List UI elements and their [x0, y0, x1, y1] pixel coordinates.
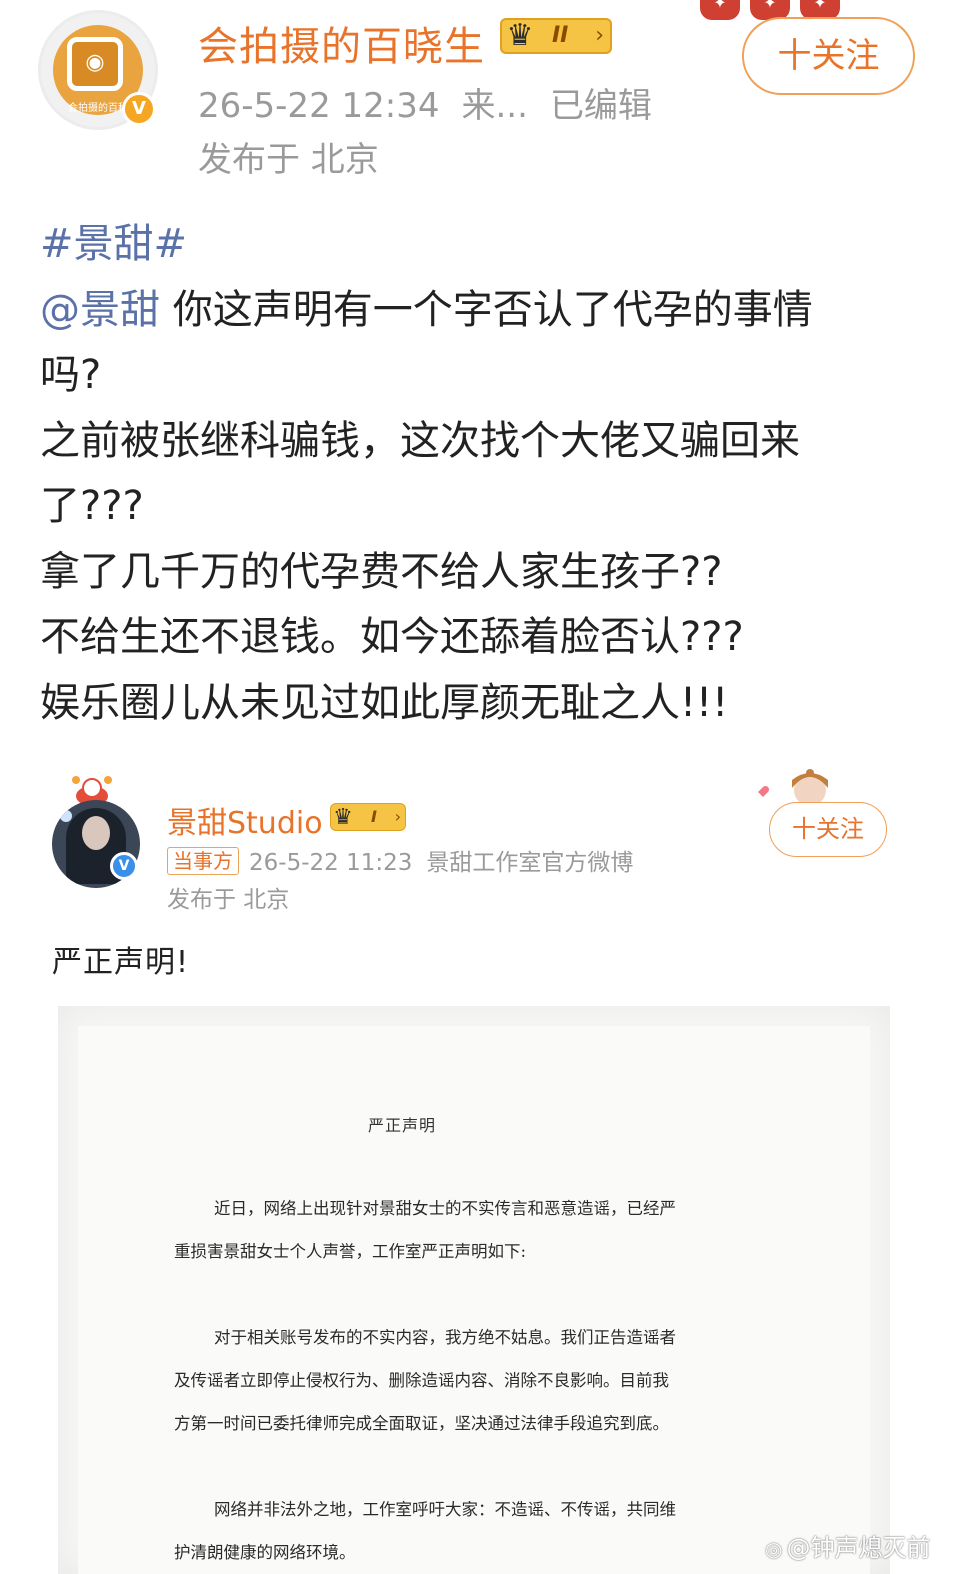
repost-location: 发布于 北京 — [167, 887, 290, 913]
post-content: #景甜# @景甜 你这声明有一个字否认了代孕的事情 吗? 之前被张继科骗钱，这次… — [40, 212, 920, 736]
statement-line: 对于相关账号发布的不实内容，我方绝不姑息。我们正告造谣者 — [214, 1328, 676, 1347]
verified-icon: V — [122, 92, 156, 126]
repost-follow-button[interactable]: 十关注 — [769, 802, 887, 857]
statement-paragraph: 近日，网络上出现针对景甜女士的不实传言和恶意造谣，已经严 重损害景甜女士个人声誉… — [174, 1187, 774, 1273]
edited-label[interactable]: 已编辑 — [550, 86, 652, 126]
statement-paragraph: 对于相关账号发布的不实内容，我方绝不姑息。我们正告造谣者 及传谣者立即停止侵权行… — [174, 1316, 774, 1445]
level-value: I — [371, 807, 377, 826]
statement-title: 严正声明 — [368, 1116, 437, 1135]
topic-link[interactable]: #景甜# — [40, 221, 187, 267]
repost-text: 严正声明! — [52, 945, 190, 980]
chevron-right-icon: › — [394, 807, 401, 826]
statement-line: 近日，网络上出现针对景甜女士的不实传言和恶意造谣，已经严 — [214, 1199, 676, 1218]
statement-line: 及传谣者立即停止侵权行为、删除造谣内容、消除不良影响。目前我 — [174, 1371, 669, 1390]
statement-line: 重损害景甜女士个人声誉，工作室严正声明如下: — [174, 1242, 527, 1261]
avatar-glyph: ◉ — [85, 50, 105, 75]
weibo-icon: ◎ — [765, 1537, 783, 1561]
party-tag: 当事方 — [167, 847, 239, 875]
statement-line: 方第一时间已委托律师完成全面取证，坚决通过法律手段追究到底。 — [174, 1414, 669, 1433]
author-name[interactable]: 会拍摄的百晓生 — [198, 14, 485, 72]
watermark-text: @钟声熄灭前 — [786, 1534, 931, 1562]
crown-icon: ♛ — [333, 805, 353, 830]
post-location: 发布于 北京 — [198, 140, 379, 180]
repost-time: 26-5-22 11:23 — [249, 850, 413, 876]
repost-meta: 当事方 26-5-22 11:23 景甜工作室官方微博 — [167, 843, 633, 877]
post-source[interactable]: 来... — [462, 86, 528, 126]
mention-link[interactable]: @景甜 — [40, 287, 160, 333]
verified-icon: V — [110, 852, 138, 880]
level-badge[interactable]: ♛ II › — [500, 18, 612, 54]
content-line: 娱乐圈儿从未见过如此厚颜无耻之人!!! — [40, 679, 729, 726]
chevron-right-icon: › — [595, 23, 604, 48]
camera-frame-icon: ◉ — [67, 37, 123, 91]
content-line: 吗? — [40, 352, 102, 398]
statement-paragraph: 网络并非法外之地，工作室呼吁大家：不造谣、不传谣，共同维 护清朗健康的网络环境。 — [174, 1488, 774, 1574]
content-line: 了??? — [40, 483, 144, 529]
content-line: @景甜 你这声明有一个字否认了代孕的事情 — [40, 278, 920, 344]
post-time: 26-5-22 12:34 — [198, 86, 440, 126]
avatar-face — [82, 816, 110, 850]
statement-line: 网络并非法外之地，工作室呼吁大家：不造谣、不传谣，共同维 — [214, 1500, 676, 1519]
decoration-icon: ✦ — [700, 0, 740, 20]
level-value: II — [552, 23, 569, 48]
crown-icon: ♛ — [506, 18, 534, 53]
content-line: 拿了几千万的代孕费不给人家生孩子?? — [40, 548, 723, 595]
post-meta: 26-5-22 12:34 来... 已编辑 — [198, 78, 674, 127]
follow-button[interactable]: 十关注 — [742, 17, 915, 95]
content-text: 你这声明有一个字否认了代孕的事情 — [172, 286, 813, 333]
content-line: 不给生还不退钱。如今还舔着脸否认??? — [40, 614, 744, 660]
repost-source[interactable]: 景甜工作室官方微博 — [426, 850, 633, 876]
topic-line: #景甜# — [40, 212, 920, 278]
content-line: 之前被张继科骗钱，这次找个大佬又骗回来 — [40, 417, 800, 464]
statement-line: 护清朗健康的网络环境。 — [174, 1543, 356, 1562]
avatar-light — [60, 810, 72, 822]
repost-level-badge[interactable]: ♛ I › — [330, 803, 406, 831]
watermark: ◎ @钟声熄灭前 — [765, 1528, 930, 1563]
repost-author-name[interactable]: 景甜Studio — [167, 798, 323, 842]
